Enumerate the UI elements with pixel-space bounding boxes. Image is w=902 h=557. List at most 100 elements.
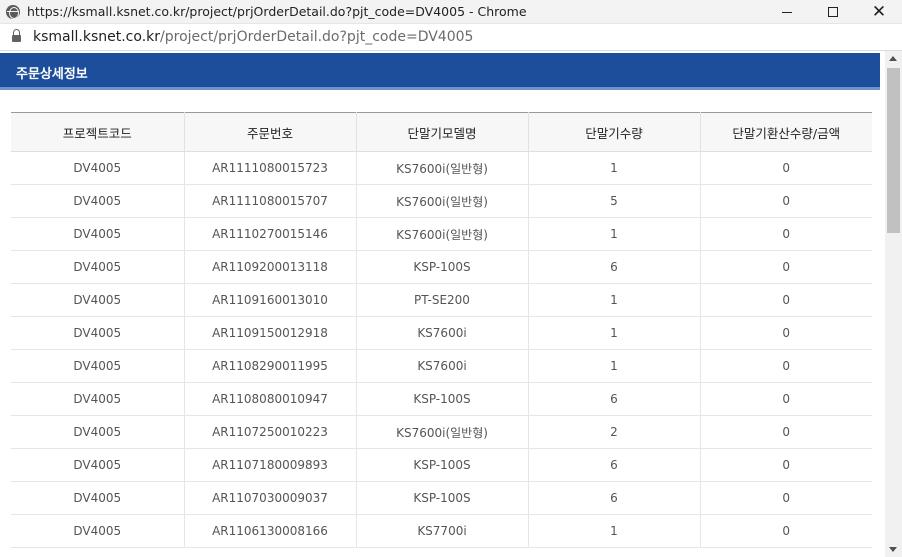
maximize-button[interactable] <box>810 0 856 24</box>
table-cell: KSP-100S <box>356 250 529 284</box>
table-cell: KS7600i <box>356 349 529 383</box>
vertical-scrollbar[interactable] <box>885 51 902 557</box>
table-cell: KSP-100S <box>356 448 529 482</box>
table-cell: 1 <box>528 316 701 350</box>
table-cell: KS7600i <box>356 316 529 350</box>
table-cell: 0 <box>700 184 872 218</box>
table-cell: PT-SE200 <box>356 283 529 317</box>
table-cell: DV4005 <box>11 415 185 449</box>
table-cell: AR1109160013010 <box>184 283 357 317</box>
minimize-button[interactable] <box>764 0 810 24</box>
table-cell: 2 <box>528 415 701 449</box>
table-row: DV4005 AR1111080015707 KS7600i(일반형) 5 0 <box>11 184 872 218</box>
table-cell: 1 <box>528 151 701 185</box>
table-cell: AR1109150012918 <box>184 316 357 350</box>
table-cell: 6 <box>528 382 701 416</box>
scroll-up-icon[interactable] <box>889 56 897 61</box>
table-cell: AR1111080015707 <box>184 184 357 218</box>
window-controls: ✕ <box>764 0 902 24</box>
table-cell: DV4005 <box>11 382 185 416</box>
table-cell: AR1107250010223 <box>184 415 357 449</box>
table-cell: 6 <box>528 481 701 515</box>
url-text[interactable]: ksmall.ksnet.co.kr/project/prjOrderDetai… <box>33 29 473 45</box>
scrollbar-thumb[interactable] <box>887 68 900 233</box>
table-cell: 0 <box>700 448 872 482</box>
table-cell: AR1106130008166 <box>184 514 357 548</box>
table-cell: 1 <box>528 514 701 548</box>
table-cell: 0 <box>700 283 872 317</box>
table-cell: 5 <box>528 184 701 218</box>
table-cell: 0 <box>700 514 872 548</box>
page-header: 주문상세정보 <box>0 53 880 90</box>
table-cell: 6 <box>528 250 701 284</box>
table-cell: DV4005 <box>11 448 185 482</box>
page-viewport: 주문상세정보 프로젝트코드 주문번호 단말기모델명 단말기수량 단말기환산수량/금액 D… <box>0 51 902 557</box>
table-body: DV4005 AR1111080015723 KS7600i(일반형) 1 0 DV400… <box>11 151 872 548</box>
table-row: DV4005 AR1106130008166 KS7700i 1 0 <box>11 514 872 548</box>
table-cell: AR1107030009037 <box>184 481 357 515</box>
table-cell: 1 <box>528 217 701 251</box>
url-path: /project/prjOrderDetail.do?pjt_code=DV40… <box>160 29 474 45</box>
table-header-row: 프로젝트코드 주문번호 단말기모델명 단말기수량 단말기환산수량/금액 <box>11 112 872 152</box>
scroll-down-icon[interactable] <box>889 547 897 552</box>
column-header: 프로젝트코드 <box>11 112 185 152</box>
table-row: DV4005 AR1109150012918 KS7600i 1 0 <box>11 316 872 350</box>
table-cell: DV4005 <box>11 514 185 548</box>
table-cell: DV4005 <box>11 349 185 383</box>
lock-icon[interactable] <box>12 28 21 44</box>
table-cell: 1 <box>528 283 701 317</box>
order-detail-table: 프로젝트코드 주문번호 단말기모델명 단말기수량 단말기환산수량/금액 DV4005 AR… <box>11 112 872 548</box>
address-bar[interactable]: ksmall.ksnet.co.kr/project/prjOrderDetai… <box>0 24 902 51</box>
table-cell: 0 <box>700 151 872 185</box>
table-cell: KSP-100S <box>356 382 529 416</box>
title-bar: https://ksmall.ksnet.co.kr/project/prjOr… <box>0 0 902 24</box>
table-cell: 1 <box>528 349 701 383</box>
table-row: DV4005 AR1107250010223 KS7600i(일반형) 2 0 <box>11 415 872 449</box>
table-header: 프로젝트코드 주문번호 단말기모델명 단말기수량 단말기환산수량/금액 <box>11 112 872 152</box>
table-cell: AR1109200013118 <box>184 250 357 284</box>
table-cell: KS7600i(일반형) <box>356 415 529 449</box>
column-header: 단말기모델명 <box>356 112 529 152</box>
window-title: https://ksmall.ksnet.co.kr/project/prjOr… <box>27 4 527 19</box>
table-cell: 0 <box>700 382 872 416</box>
table-cell: DV4005 <box>11 250 185 284</box>
table-cell: AR1107180009893 <box>184 448 357 482</box>
table-row: DV4005 AR1108080010947 KSP-100S 6 0 <box>11 382 872 416</box>
minimize-icon <box>782 11 792 13</box>
table-cell: KS7700i <box>356 514 529 548</box>
table-cell: DV4005 <box>11 283 185 317</box>
table-cell: 0 <box>700 316 872 350</box>
table-cell: KSP-100S <box>356 481 529 515</box>
table-cell: 0 <box>700 349 872 383</box>
table-row: DV4005 AR1109200013118 KSP-100S 6 0 <box>11 250 872 284</box>
table-cell: AR1108290011995 <box>184 349 357 383</box>
table-row: DV4005 AR1109160013010 PT-SE200 1 0 <box>11 283 872 317</box>
table-row: DV4005 AR1110270015146 KS7600i(일반형) 1 0 <box>11 217 872 251</box>
table-row: DV4005 AR1107180009893 KSP-100S 6 0 <box>11 448 872 482</box>
table-row: DV4005 AR1107030009037 KSP-100S 6 0 <box>11 481 872 515</box>
table-cell: DV4005 <box>11 316 185 350</box>
table-cell: KS7600i(일반형) <box>356 151 529 185</box>
url-host: ksmall.ksnet.co.kr <box>33 29 161 45</box>
table-cell: DV4005 <box>11 217 185 251</box>
column-header: 단말기수량 <box>528 112 701 152</box>
table-cell: DV4005 <box>11 184 185 218</box>
globe-icon <box>6 4 20 19</box>
column-header: 주문번호 <box>184 112 357 152</box>
table-cell: 0 <box>700 415 872 449</box>
table-cell: AR1110270015146 <box>184 217 357 251</box>
close-icon: ✕ <box>871 1 887 22</box>
table-cell: DV4005 <box>11 481 185 515</box>
table-cell: KS7600i(일반형) <box>356 184 529 218</box>
table-row: DV4005 AR1108290011995 KS7600i 1 0 <box>11 349 872 383</box>
table-cell: DV4005 <box>11 151 185 185</box>
maximize-icon <box>828 7 838 17</box>
table-row: DV4005 AR1111080015723 KS7600i(일반형) 1 0 <box>11 151 872 185</box>
column-header: 단말기환산수량/금액 <box>700 112 872 152</box>
table-cell: 6 <box>528 448 701 482</box>
table-cell: AR1111080015723 <box>184 151 357 185</box>
page-title: 주문상세정보 <box>16 67 88 82</box>
table-cell: KS7600i(일반형) <box>356 217 529 251</box>
close-button[interactable]: ✕ <box>856 0 902 24</box>
table-cell: 0 <box>700 481 872 515</box>
